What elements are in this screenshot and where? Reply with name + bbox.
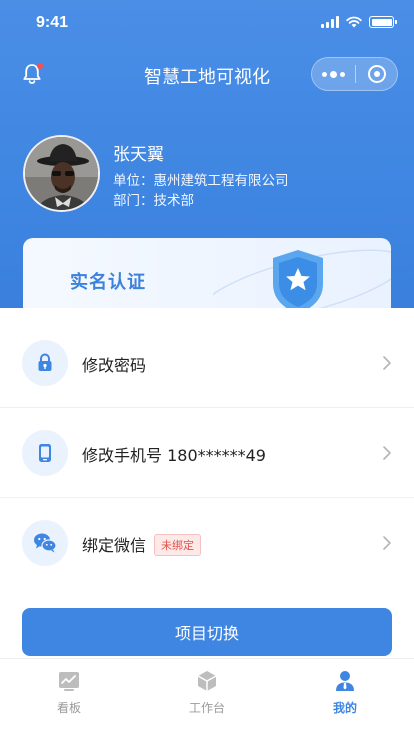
chevron-right-icon xyxy=(383,536,391,550)
lock-icon xyxy=(22,340,68,386)
list-item-change-password[interactable]: 修改密码 xyxy=(0,318,414,408)
list-item-label: 修改密码 xyxy=(82,356,147,375)
profile-header: 9:41 智慧工地可视化 张天翼 单位：惠州建筑工程有限公司 部门：技术部 实名… xyxy=(0,0,414,308)
wifi-icon xyxy=(346,16,362,28)
user-department: 部门：技术部 xyxy=(113,193,194,209)
settings-list: 修改密码 修改手机号 180******49 绑定微信 未绑定 xyxy=(0,318,414,588)
chevron-right-icon xyxy=(383,446,391,460)
workbench-icon xyxy=(197,671,217,691)
signal-icon xyxy=(321,16,339,28)
mini-program-capsule xyxy=(311,57,398,91)
tab-profile[interactable]: 我的 xyxy=(276,659,414,736)
tab-label: 看板 xyxy=(56,701,81,715)
status-time: 9:41 xyxy=(36,14,69,31)
wechat-label: 绑定微信 xyxy=(82,536,147,555)
status-bar: 9:41 xyxy=(0,0,414,48)
status-icons xyxy=(321,16,397,28)
list-item-change-phone[interactable]: 修改手机号 180******49 xyxy=(0,408,414,498)
user-company: 单位：惠州建筑工程有限公司 xyxy=(113,173,289,189)
wechat-icon xyxy=(22,520,68,566)
tab-bar: 看板 工作台 我的 xyxy=(0,658,414,736)
list-item-bind-wechat[interactable]: 绑定微信 未绑定 xyxy=(0,498,414,588)
chevron-right-icon xyxy=(383,356,391,370)
avatar[interactable] xyxy=(23,135,100,212)
tab-dashboard[interactable]: 看板 xyxy=(0,659,138,736)
project-switch-button[interactable]: 项目切换 xyxy=(22,608,392,656)
close-mini-program-button[interactable] xyxy=(356,58,397,90)
list-item-label: 修改手机号 180******49 xyxy=(82,446,266,465)
real-name-verification-card[interactable]: 实名认证 xyxy=(23,238,391,308)
tab-label: 我的 xyxy=(332,701,357,715)
more-menu-button[interactable] xyxy=(312,58,355,90)
dashboard-icon xyxy=(59,672,79,691)
verification-title: 实名认证 xyxy=(70,272,146,293)
target-icon xyxy=(367,65,386,83)
list-item-label: 绑定微信 未绑定 xyxy=(82,532,202,556)
profile-icon xyxy=(336,671,354,691)
shield-icon xyxy=(213,249,391,308)
user-name: 张天翼 xyxy=(113,145,164,165)
phone-icon xyxy=(22,430,68,476)
tab-workbench[interactable]: 工作台 xyxy=(138,659,276,736)
tab-label: 工作台 xyxy=(188,701,225,715)
status-badge: 未绑定 xyxy=(154,534,202,556)
battery-icon xyxy=(369,16,397,28)
